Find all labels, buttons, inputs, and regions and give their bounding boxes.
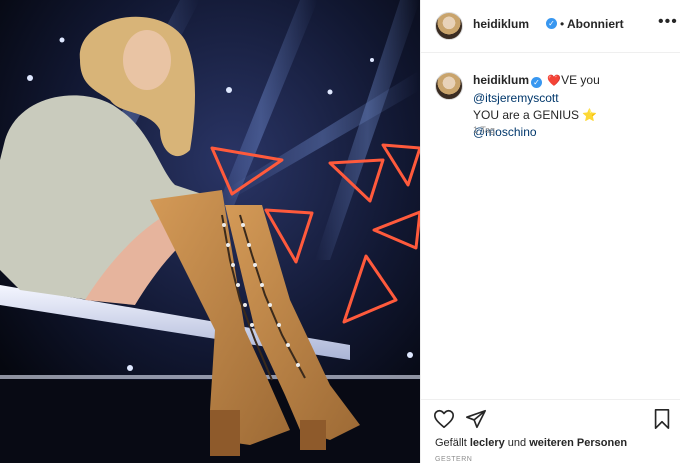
heart-emoji-icon: ❤️ — [547, 75, 562, 87]
caption-text-part2: YOU are a GENIUS — [473, 108, 580, 122]
paper-plane-icon[interactable] — [465, 408, 487, 430]
ellipsis-icon[interactable]: ••• — [658, 14, 678, 30]
post-sidebar: heidiklum ✓ • Abonniert ••• heidiklum ✓ ❤… — [420, 0, 680, 463]
liked-prefix: Gefällt — [435, 437, 467, 449]
caption-avatar[interactable] — [435, 72, 463, 100]
post-header: heidiklum ✓ • Abonniert ••• — [421, 0, 680, 53]
likes-summary: Gefällt leclery und weiteren Personen — [435, 437, 627, 449]
post-actions: Gefällt leclery und weiteren Personen GE… — [421, 399, 680, 463]
heart-outline-icon[interactable] — [433, 408, 455, 430]
liked-connector: und — [507, 437, 527, 449]
follow-status-button[interactable]: Abonniert — [567, 17, 624, 31]
liked-by-user-link[interactable]: leclery — [470, 437, 505, 449]
boot-heel-right — [300, 420, 326, 450]
caption-time-ago[interactable]: 1 Tag — [473, 125, 495, 135]
bookmark-icon[interactable] — [651, 408, 673, 430]
author-username[interactable]: heidiklum — [473, 17, 529, 31]
post-photo[interactable] — [0, 0, 420, 463]
post-image — [0, 0, 420, 463]
boot-heel-left — [210, 410, 240, 456]
figure-face — [123, 30, 171, 90]
header-separator: • — [560, 17, 565, 31]
verified-badge-icon: ✓ — [531, 77, 543, 88]
liked-others-link[interactable]: weiteren Personen — [529, 437, 627, 449]
post-date: GESTERN — [435, 456, 473, 463]
mention-link-1[interactable]: @itsjeremyscott — [473, 91, 559, 105]
caption-text-part1: VE you — [561, 73, 600, 87]
author-avatar[interactable] — [435, 12, 463, 40]
verified-badge-icon: ✓ — [546, 18, 557, 29]
star-emoji-icon: ⭐ — [582, 108, 598, 122]
caption-text: heidiklum ✓ ❤️VE you @itsjeremyscott YOU … — [473, 72, 673, 141]
caption-username[interactable]: heidiklum — [473, 73, 529, 87]
